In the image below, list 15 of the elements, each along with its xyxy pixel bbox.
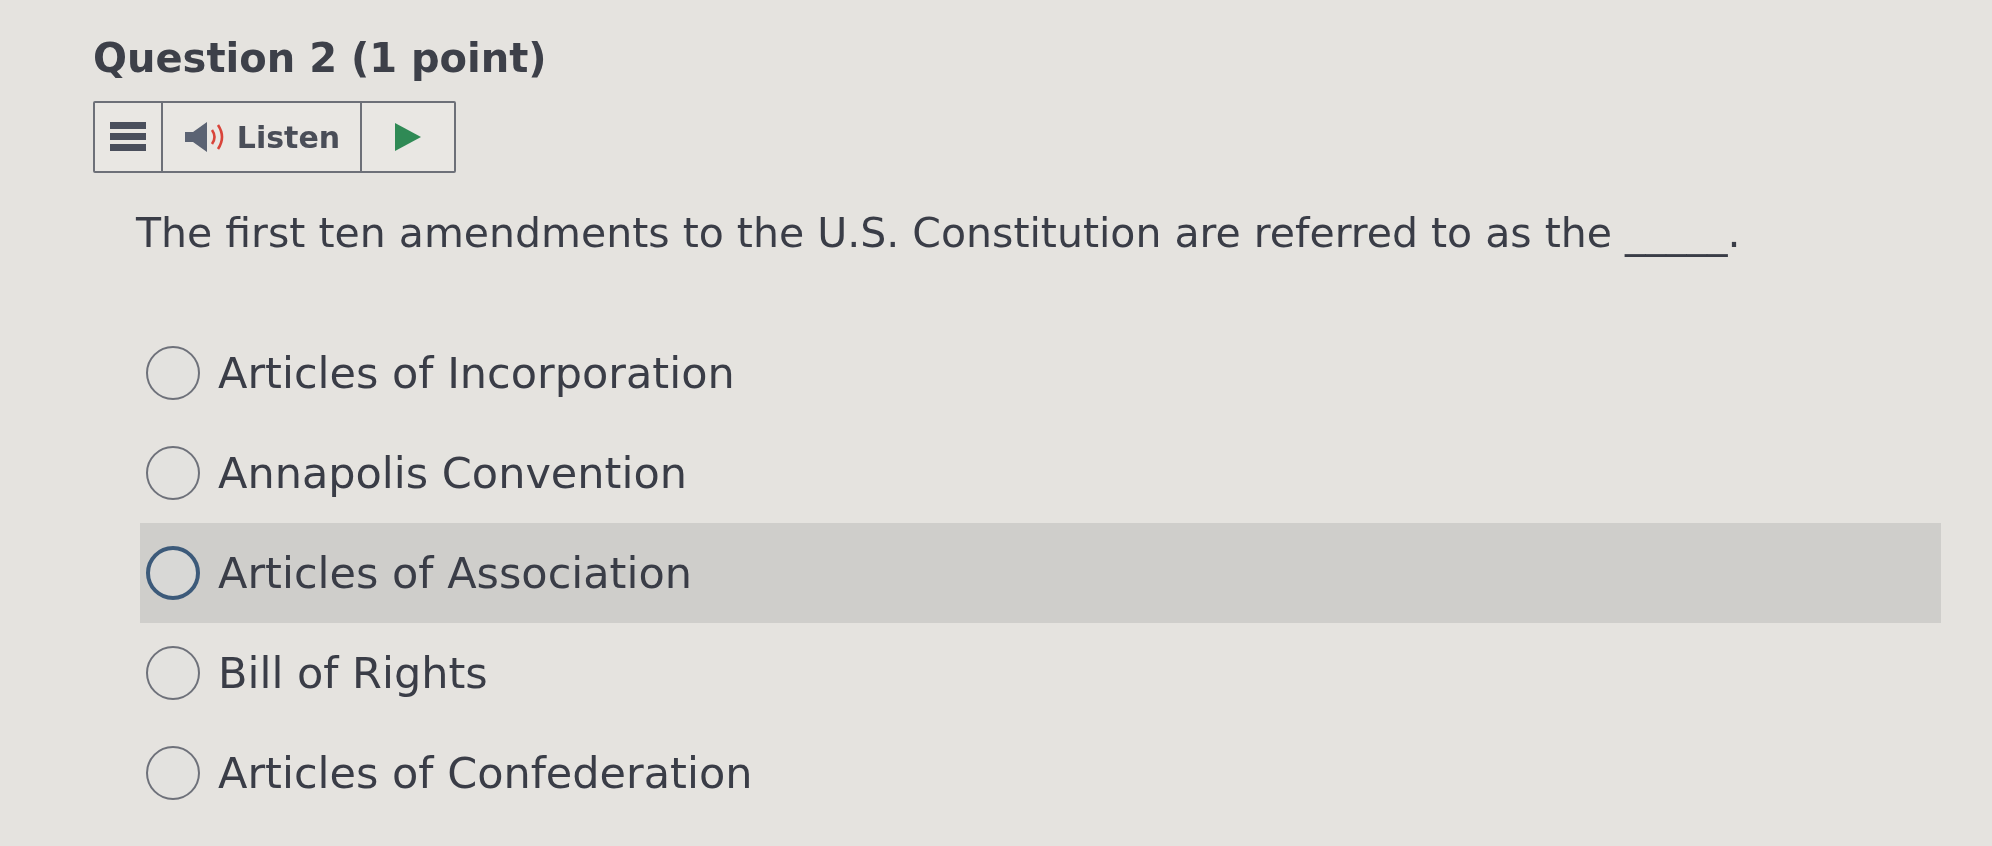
question-text: The first ten amendments to the U.S. Constitution are referred to as the _____. <box>136 208 1742 259</box>
option-label[interactable]: Annapolis Convention <box>218 447 687 499</box>
radio-button[interactable] <box>146 546 200 600</box>
radio-button[interactable] <box>146 646 200 700</box>
radio-button[interactable] <box>146 746 200 800</box>
option-label[interactable]: Articles of Association <box>218 547 692 599</box>
option-label[interactable]: Articles of Incorporation <box>218 347 735 399</box>
radio-button[interactable] <box>146 346 200 400</box>
option-label[interactable]: Bill of Rights <box>218 647 488 699</box>
listen-button[interactable]: Listen <box>163 103 362 171</box>
radio-button[interactable] <box>146 446 200 500</box>
play-icon <box>395 123 421 151</box>
menu-icon <box>110 122 146 152</box>
question-title: Question 2 (1 point) <box>93 34 548 82</box>
option-label[interactable]: Articles of Confederation <box>218 747 753 799</box>
